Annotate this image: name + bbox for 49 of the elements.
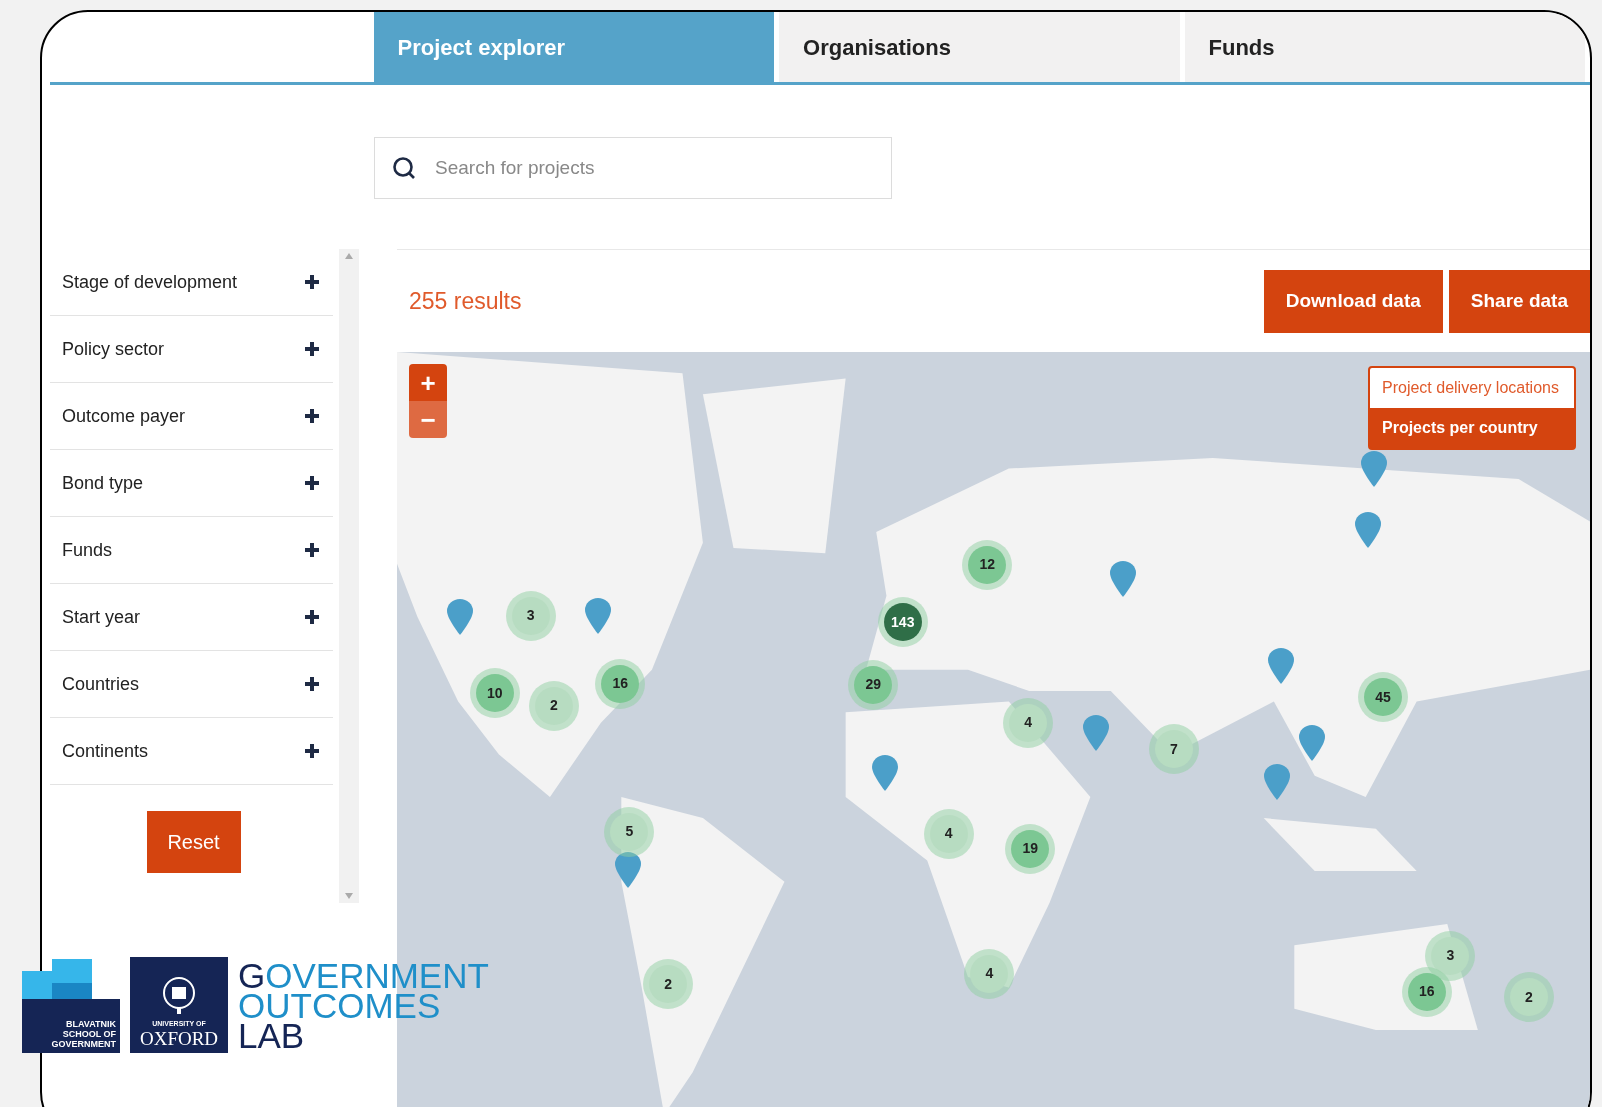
filter-label: Policy sector xyxy=(62,337,165,361)
map-pin-icon[interactable] xyxy=(615,852,642,888)
scroll-down-icon[interactable] xyxy=(345,893,353,899)
filter-item[interactable]: Funds xyxy=(50,517,333,584)
filter-item[interactable]: Countries xyxy=(50,651,333,718)
filter-label: Stage of development xyxy=(62,270,238,294)
scrollbar[interactable] xyxy=(339,249,359,903)
filter-item[interactable]: Policy sector xyxy=(50,316,333,383)
scroll-up-icon[interactable] xyxy=(345,253,353,259)
search-field[interactable]: Search for projects xyxy=(374,137,892,199)
search-icon xyxy=(392,156,416,180)
filter-item[interactable]: Stage of development xyxy=(50,249,333,316)
logo-text: GOVERNMENT xyxy=(238,961,489,991)
filter-label: Funds xyxy=(62,538,113,562)
filter-item[interactable]: Bond type xyxy=(50,450,333,517)
tab[interactable]: Funds xyxy=(1184,12,1585,82)
zoom-in-button[interactable]: + xyxy=(409,364,447,401)
logo-text: SCHOOL OF xyxy=(62,1029,116,1039)
logo-text: GOVERNMENT xyxy=(51,1039,116,1049)
steps-drawing xyxy=(22,959,92,999)
map-pin-icon[interactable] xyxy=(1110,560,1136,597)
map-pin-icon[interactable] xyxy=(447,598,474,635)
logo-text: BLAVATNIK xyxy=(66,1019,116,1029)
logo-text: OUTCOMES xyxy=(238,991,441,1021)
map-pin-icon[interactable] xyxy=(1360,450,1387,487)
action-button[interactable]: Download data xyxy=(1263,269,1443,333)
map-pin-icon[interactable] xyxy=(1263,764,1290,801)
filter-label: Outcome payer xyxy=(62,404,186,428)
layer-option[interactable]: Project delivery locations xyxy=(1370,368,1574,408)
filter-label: Continents xyxy=(62,739,149,763)
action-button[interactable]: Share data xyxy=(1448,269,1590,333)
results-count: 255 results xyxy=(409,286,522,316)
reset-button[interactable]: Reset xyxy=(146,811,241,873)
map-pin-icon[interactable] xyxy=(1083,715,1110,752)
map-pin-icon[interactable] xyxy=(1268,647,1295,684)
filter-item[interactable]: Outcome payer xyxy=(50,383,333,450)
filter-label: Countries xyxy=(62,672,140,696)
map-pin-icon[interactable] xyxy=(1298,724,1325,761)
logo-text: LAB xyxy=(238,1021,305,1051)
map-pin-icon[interactable] xyxy=(872,754,899,791)
filter-label: Bond type xyxy=(62,471,144,495)
map-pin-icon[interactable] xyxy=(1354,511,1381,548)
filter-label: Start year xyxy=(62,605,141,629)
filter-item[interactable]: Start year xyxy=(50,584,333,651)
tab[interactable]: Organisations xyxy=(779,12,1180,82)
logo-text: OXFORD xyxy=(139,1028,219,1050)
map-pin-icon[interactable] xyxy=(584,597,611,634)
filter-item[interactable]: Continents xyxy=(50,718,333,785)
crest-icon xyxy=(161,975,197,1015)
